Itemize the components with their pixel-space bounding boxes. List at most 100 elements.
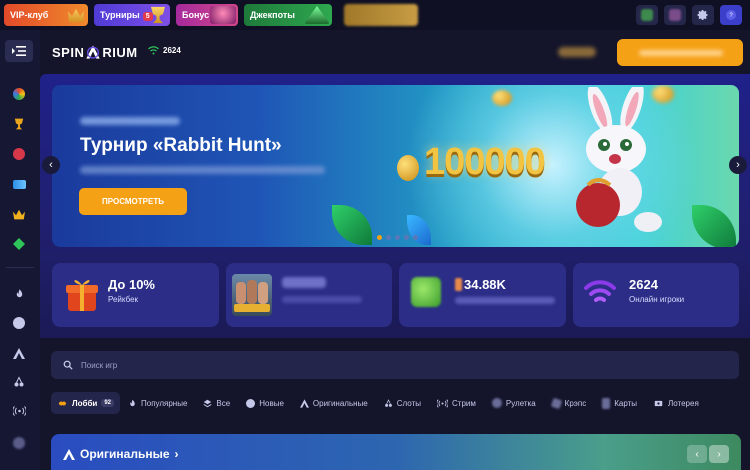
tab-roulette[interactable]: Рулетка: [484, 392, 544, 414]
sidebar-item-vip[interactable]: [5, 203, 33, 225]
tab-lobby[interactable]: Лобби 92: [51, 392, 120, 414]
sidebar-item-promo[interactable]: [5, 173, 33, 195]
sidebar-item-popular[interactable]: [5, 283, 33, 305]
originals-prev-button[interactable]: ‹: [687, 445, 707, 463]
cashback-card[interactable]: До 10% Рейкбек: [52, 263, 219, 327]
slider-dot[interactable]: [377, 235, 382, 240]
profile-mini-button[interactable]: [664, 5, 686, 25]
gift-icon: [13, 148, 25, 160]
tab-cards[interactable]: Карты: [594, 392, 645, 414]
bonus-label: Бонус: [182, 10, 210, 20]
tab-label: Оригинальные: [312, 398, 368, 408]
online-count: 2624: [163, 46, 181, 55]
slider-dot[interactable]: [413, 235, 418, 240]
originals-next-button[interactable]: ›: [709, 445, 729, 463]
flame-icon: [16, 289, 22, 298]
tab-originals[interactable]: Оригинальные: [292, 392, 376, 414]
tab-label: Карты: [614, 398, 637, 408]
blurred-promo[interactable]: [344, 4, 418, 26]
sidebar-item-tournaments[interactable]: [5, 113, 33, 135]
sidebar-item-stream[interactable]: [5, 400, 33, 422]
search-input[interactable]: [81, 360, 681, 370]
sidebar-item-roulette[interactable]: [5, 432, 33, 454]
tab-count: 92: [101, 399, 114, 407]
online-indicator: 2624: [148, 46, 181, 55]
slider-dots: [377, 235, 418, 240]
prize-amount: 100000: [424, 141, 546, 183]
sidebar-item-games[interactable]: [5, 83, 33, 105]
sidebar-item-bonus[interactable]: [5, 143, 33, 165]
tab-popular[interactable]: Популярные: [120, 392, 195, 414]
view-tournament-button[interactable]: ПРОСМОТРЕТЬ: [79, 188, 187, 215]
tab-label: Новые: [259, 398, 284, 408]
language-button[interactable]: [636, 5, 658, 25]
tab-label: Стрим: [452, 398, 476, 408]
originals-title-link[interactable]: Оригинальные ›: [63, 447, 179, 461]
tab-lottery[interactable]: Лотерея: [645, 392, 707, 414]
chevron-left-icon: ‹: [695, 448, 699, 460]
slider-dot[interactable]: [404, 235, 409, 240]
rabbit-mascot-icon: [576, 87, 662, 232]
help-button[interactable]: ?: [720, 5, 742, 25]
tab-label: Рулетка: [505, 398, 536, 408]
online-players-value: 2624: [629, 277, 658, 292]
logo-a-icon: [86, 45, 101, 59]
tournament-banner[interactable]: 100000 Турнир «Rabbit Hunt» ПРОСМОТРЕТЬ: [52, 85, 739, 247]
sidebar-item-slots[interactable]: [5, 371, 33, 393]
coin-decoration: [397, 155, 419, 181]
register-button[interactable]: [617, 39, 743, 66]
chips-icon: [411, 277, 441, 307]
tab-craps[interactable]: Крэпс: [544, 392, 595, 414]
leaf-decoration: [692, 205, 736, 247]
game-thumbnail[interactable]: [232, 274, 272, 316]
settings-button[interactable]: [692, 5, 714, 25]
slider-dot[interactable]: [386, 235, 391, 240]
jackpots-promo[interactable]: Джекпоты: [244, 4, 332, 26]
slider-dot[interactable]: [395, 235, 400, 240]
tournaments-promo[interactable]: Турниры 5: [94, 4, 170, 26]
bonus-promo[interactable]: Бонус: [176, 4, 238, 26]
bets-card[interactable]: 34.88K: [399, 263, 566, 327]
dice-icon: [550, 397, 562, 409]
sidebar-item-originals[interactable]: [5, 342, 33, 364]
gift-icon: [210, 6, 236, 24]
spinarium-icon: [63, 448, 75, 460]
featured-game-card[interactable]: [226, 263, 392, 327]
spinarium-icon: [13, 347, 25, 359]
avatar-icon: [669, 9, 681, 21]
chevron-left-icon: ‹: [49, 159, 53, 171]
bets-label-blurred: [455, 297, 555, 304]
spinarium-logo[interactable]: SPIN RIUM: [52, 44, 138, 60]
cashback-value: До 10%: [108, 277, 155, 292]
search-icon: [63, 360, 73, 370]
search-bar[interactable]: [51, 351, 739, 379]
cashback-label: Рейкбек: [108, 295, 139, 304]
sidebar-item-jackpots[interactable]: [5, 233, 33, 255]
banner-next-button[interactable]: ›: [729, 156, 747, 174]
originals-title: Оригинальные: [80, 447, 170, 461]
tab-label: Крэпс: [564, 398, 587, 408]
top-right-controls: ?: [636, 5, 742, 25]
chevron-right-icon: ›: [736, 159, 740, 171]
gift-box-icon: [66, 280, 98, 311]
banner-description-blurred: [80, 166, 325, 174]
login-link[interactable]: [558, 47, 596, 57]
menu-toggle-button[interactable]: [5, 40, 33, 62]
sidebar-item-new[interactable]: [5, 312, 33, 334]
banner-prev-button[interactable]: ‹: [42, 156, 60, 174]
vip-club-promo[interactable]: VIP-клуб: [4, 4, 88, 26]
lobby-icon: [58, 401, 67, 405]
gem-icon: [13, 238, 25, 250]
coin-decoration: [492, 90, 512, 106]
tab-all[interactable]: Все: [195, 392, 238, 414]
flag-icon: [641, 9, 653, 21]
header: SPIN RIUM 2624: [40, 30, 750, 74]
tab-new[interactable]: Новые: [238, 392, 292, 414]
new-icon: [246, 398, 256, 408]
category-tabs: Лобби 92 Популярные Все Новые Оригинальн…: [51, 390, 741, 416]
crown-icon: [68, 8, 84, 23]
tab-slots[interactable]: Слоты: [376, 392, 429, 414]
online-players-card[interactable]: 2624 Онлайн игроки: [573, 263, 739, 327]
tab-stream[interactable]: Стрим: [429, 392, 484, 414]
banner-title: Турнир «Rabbit Hunt»: [80, 135, 282, 156]
